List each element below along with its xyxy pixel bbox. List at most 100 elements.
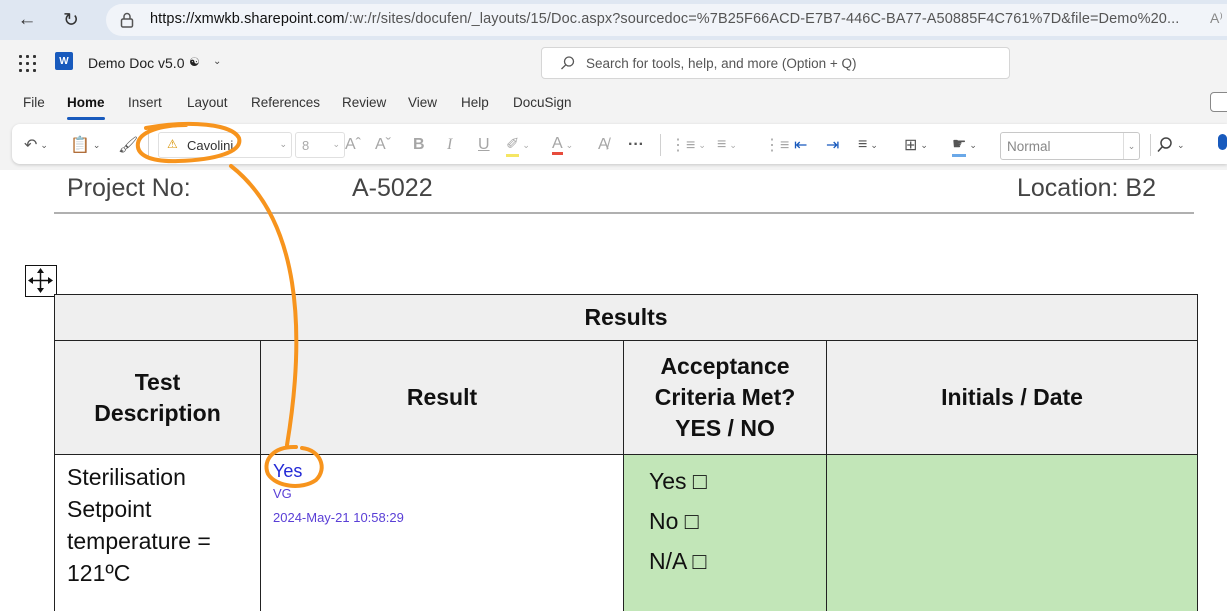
table-header-row: Test Description Result Acceptance Crite… <box>54 340 1199 455</box>
bullet-list-icon: ⋮≡ <box>670 137 696 154</box>
cell-result[interactable]: Yes VG 2024-May-21 10:58:29 <box>260 454 624 611</box>
underline-button[interactable]: U <box>478 134 490 156</box>
word-logo-icon: W <box>55 52 73 70</box>
ribbon-tabs: File Home Insert Layout References Revie… <box>0 86 1227 122</box>
borders-button[interactable]: ⊞ ⌄ <box>904 134 928 156</box>
move-arrows-icon <box>28 268 53 293</box>
url-text: https://xmwkb.sharepoint.com/:w:/r/sites… <box>150 11 1180 27</box>
bullets-button[interactable]: ⋮≡ ⌄ <box>670 134 706 156</box>
font-name-select[interactable]: ⚠ Cavolini ⌄ <box>158 132 292 158</box>
project-number: A-5022 <box>352 174 433 202</box>
separator <box>148 134 149 156</box>
font-size-select[interactable]: 8 ⌄ <box>295 132 345 158</box>
borders-icon: ⊞ <box>904 137 918 154</box>
undo-icon: ↶ <box>24 137 38 154</box>
shrink-font-button[interactable]: Aˇ <box>375 134 391 156</box>
search-input[interactable]: Search for tools, help, and more (Option… <box>541 47 1010 79</box>
grow-font-icon: Aˆ <box>345 136 361 153</box>
outdent-icon: ⇤ <box>794 137 808 154</box>
cell-acceptance[interactable]: Yes □ No □ N/A □ <box>623 454 827 611</box>
multilevel-list-button[interactable]: ⋮≡ <box>764 134 789 156</box>
paintbrush-icon: 🖌 <box>118 137 139 154</box>
tab-layout[interactable]: Layout <box>187 95 228 110</box>
font-size-value: 8 <box>302 138 310 153</box>
tab-file[interactable]: File <box>23 95 45 110</box>
paint-bucket-icon: ☛ <box>952 134 967 157</box>
search-icon <box>561 56 575 70</box>
chevron-down-icon: ⌄ <box>279 139 287 149</box>
word-title-bar: W Demo Doc v5.0 ☯ ⌄ Search for tools, he… <box>0 40 1227 86</box>
tab-home[interactable]: Home <box>67 95 105 110</box>
decrease-indent-button[interactable]: ⇤ <box>794 134 807 156</box>
lock-icon <box>120 12 134 28</box>
shrink-font-icon: Aˇ <box>375 136 391 153</box>
header-test-description: Test Description <box>54 340 261 455</box>
font-color-button[interactable]: A ⌄ <box>552 134 573 156</box>
option-na[interactable]: N/A □ <box>649 541 801 581</box>
option-yes[interactable]: Yes □ <box>649 461 801 501</box>
align-left-icon: ≡ <box>858 136 868 153</box>
align-button[interactable]: ≡ ⌄ <box>858 134 878 156</box>
cell-initials-date[interactable] <box>825 454 1199 611</box>
table-move-handle[interactable] <box>25 265 57 297</box>
grow-font-button[interactable]: Aˆ <box>345 134 361 156</box>
header-initials-date: Initials / Date <box>825 340 1199 455</box>
bold-button[interactable]: B <box>413 134 425 156</box>
shading-button[interactable]: ☛ ⌄ <box>952 134 977 157</box>
increase-indent-button[interactable]: ⇥ <box>826 134 839 156</box>
tab-docusign[interactable]: DocuSign <box>513 95 572 110</box>
clear-format-icon: A̸ <box>598 136 609 153</box>
chevron-down-icon: ⌄ <box>332 139 340 149</box>
cloud-sync-icon: ☯ <box>189 55 200 69</box>
format-painter-button[interactable]: 🖌 <box>118 134 138 156</box>
undo-button[interactable]: ↶ ⌄ <box>24 134 48 156</box>
option-no[interactable]: No □ <box>649 501 801 541</box>
document-title[interactable]: Demo Doc v5.0 <box>88 55 184 71</box>
address-bar[interactable]: https://xmwkb.sharepoint.com/:w:/r/sites… <box>106 4 1227 36</box>
ribbon-area: ↶ ⌄ 📋 ⌄ 🖌 ⚠ Cavolini ⌄ 8 ⌄ Aˆ Aˇ B I U ✐ ⌄ … <box>0 122 1227 170</box>
warning-icon: ⚠ <box>167 137 178 151</box>
multilevel-list-icon: ⋮≡ <box>764 137 790 154</box>
location-label: Location: B2 <box>1017 174 1156 202</box>
italic-button[interactable]: I <box>447 134 452 156</box>
style-select[interactable]: Normal ⌄ <box>1000 132 1140 160</box>
results-table: Results Test Description Result Acceptan… <box>53 294 1199 611</box>
numbering-button[interactable]: ≡ ⌄ <box>717 134 737 156</box>
highlighter-icon: ✐ <box>506 134 520 157</box>
more-button[interactable]: ··· <box>628 134 644 156</box>
active-tab-indicator <box>67 117 105 120</box>
result-initials: VG <box>273 486 292 501</box>
highlight-button[interactable]: ✐ ⌄ <box>506 134 530 157</box>
indent-icon: ⇥ <box>826 137 840 154</box>
header-result: Result <box>260 340 624 455</box>
separator <box>1150 134 1151 156</box>
header-divider <box>54 212 1194 214</box>
numbered-list-icon: ≡ <box>717 136 727 153</box>
style-value: Normal <box>1007 139 1051 154</box>
header-acceptance: Acceptance Criteria Met? YES / NO <box>623 340 827 455</box>
paste-button[interactable]: 📋 ⌄ <box>70 134 100 156</box>
reader-mode-icon[interactable]: A⁾ <box>1210 10 1223 27</box>
search-icon <box>1157 137 1172 153</box>
app-launcher-icon[interactable] <box>19 55 36 72</box>
clear-formatting-button[interactable]: A̸ <box>598 134 609 156</box>
table-title: Results <box>53 294 1199 341</box>
tab-view[interactable]: View <box>408 95 437 110</box>
project-label: Project No: <box>67 174 191 202</box>
chevron-down-icon[interactable]: ⌄ <box>213 56 221 67</box>
browser-toolbar: ← ↻ https://xmwkb.sharepoint.com/:w:/r/s… <box>0 0 1227 40</box>
result-value[interactable]: Yes <box>273 461 611 482</box>
comments-icon[interactable] <box>1210 92 1227 112</box>
tab-references[interactable]: References <box>251 95 320 110</box>
tab-help[interactable]: Help <box>461 95 489 110</box>
tab-insert[interactable]: Insert <box>128 95 162 110</box>
back-arrow-icon[interactable]: ← <box>15 8 39 32</box>
cell-test-description[interactable]: Sterilisation Setpoint temperature = 121… <box>54 454 261 611</box>
tab-review[interactable]: Review <box>342 95 386 110</box>
font-name-value: Cavolini <box>187 138 234 153</box>
reload-icon[interactable]: ↻ <box>59 8 83 32</box>
find-button[interactable]: ⌄ <box>1156 134 1185 156</box>
dictate-mic-icon[interactable] <box>1218 134 1227 150</box>
result-timestamp: 2024-May-21 10:58:29 <box>273 510 404 525</box>
separator <box>660 134 661 156</box>
